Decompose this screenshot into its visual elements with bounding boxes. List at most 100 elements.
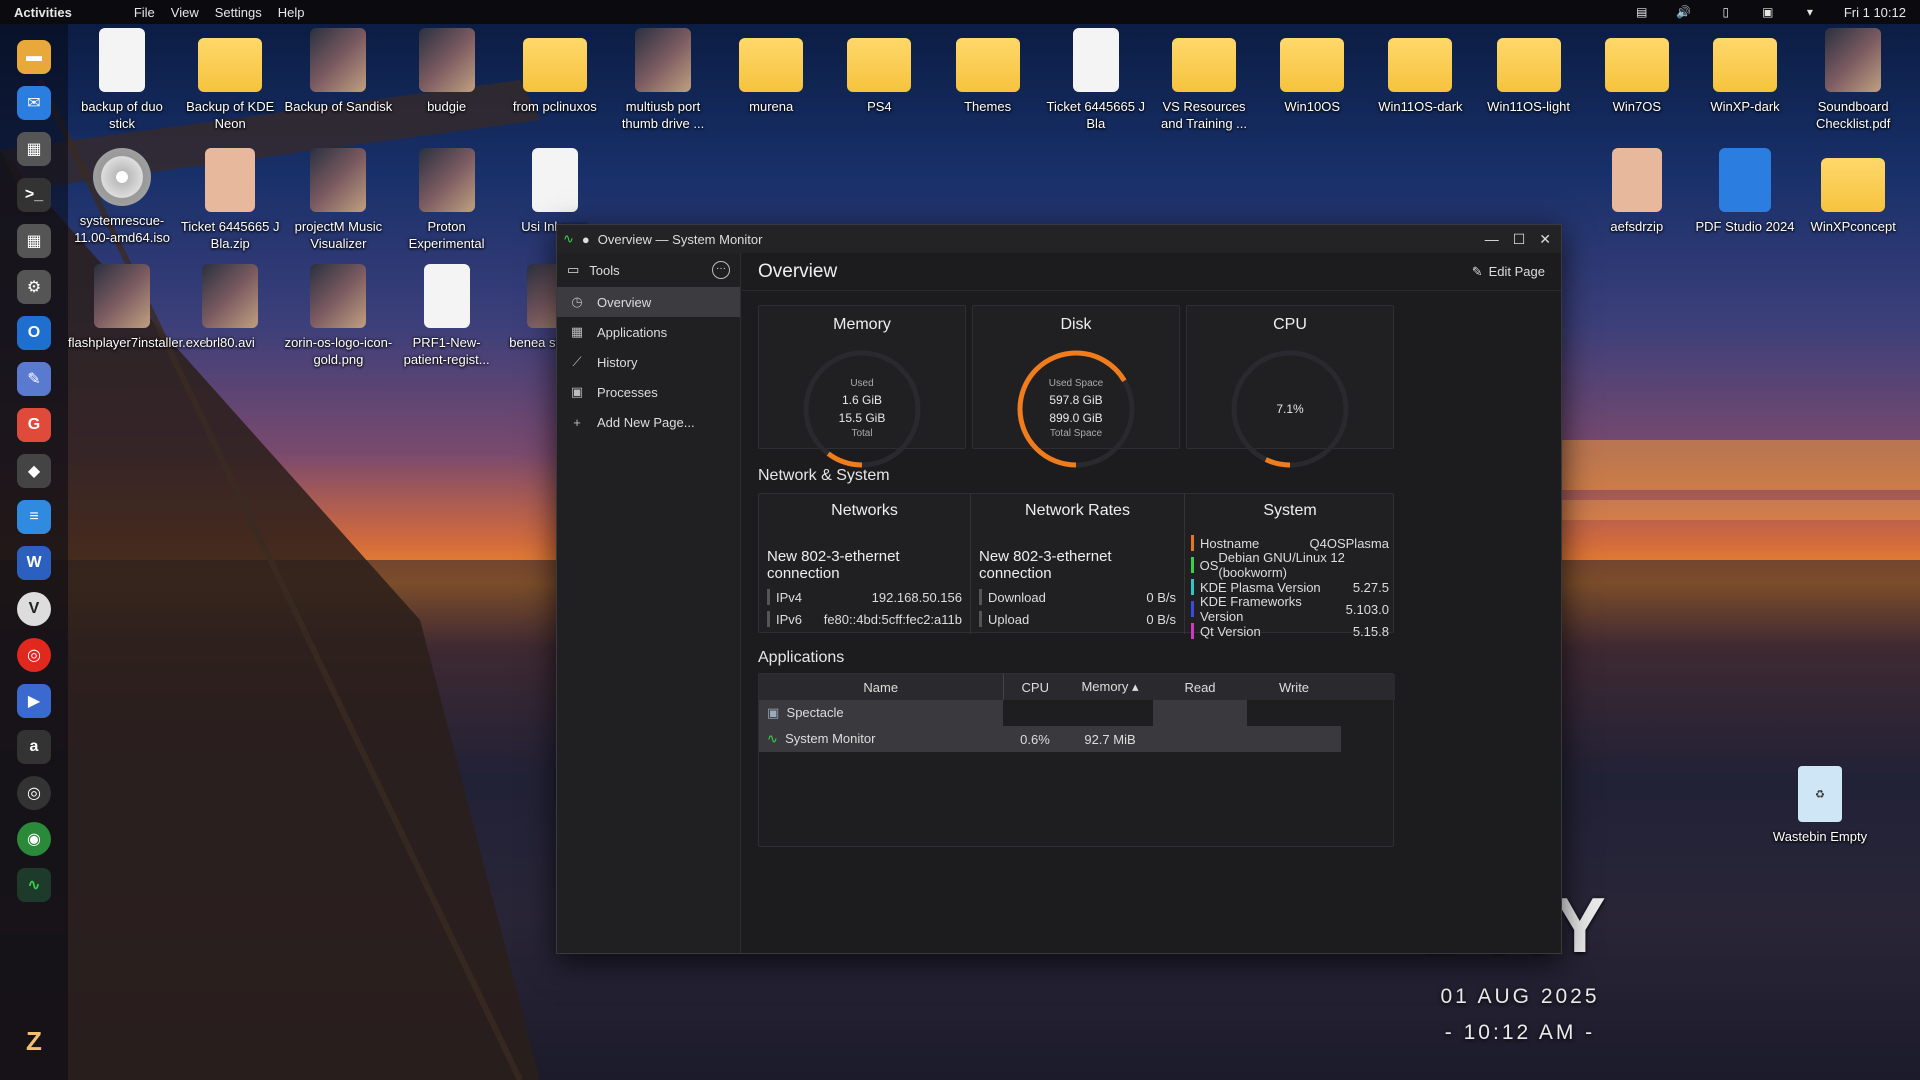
table-header: Name CPU Memory ▴ Read Write <box>759 674 1395 700</box>
desktop-icon-label: PDF Studio 2024 <box>1695 219 1795 234</box>
desktop-icon[interactable]: brl80.avi <box>176 264 284 351</box>
mail-icon[interactable]: ✉ <box>17 86 51 120</box>
settings-icon[interactable]: ⚙ <box>17 270 51 304</box>
document-icon <box>1719 148 1771 212</box>
desktop-icon[interactable]: PS4 <box>825 28 933 115</box>
ubuntu-icon[interactable]: ◎ <box>17 638 51 672</box>
col-cpu[interactable]: CPU <box>1003 674 1067 700</box>
desktop-icon[interactable]: Proton Experimental <box>393 148 501 252</box>
desktop-icon[interactable]: backup of duo stick <box>68 28 176 132</box>
docs-icon[interactable]: ≡ <box>17 500 51 534</box>
desktop-icon[interactable]: Backup of Sandisk <box>284 28 392 115</box>
menu-settings[interactable]: Settings <box>215 5 262 20</box>
desktop-icon[interactable]: Ticket 6445665 J Bla <box>1042 28 1150 132</box>
desktop-icon[interactable]: from pclinuxos <box>501 28 609 115</box>
file-icon <box>310 264 367 328</box>
table-row[interactable]: ▣ Spectacle <box>759 700 1395 726</box>
edit-page-button[interactable]: ✎ Edit Page <box>1472 264 1545 280</box>
col-write[interactable]: Write <box>1247 674 1341 700</box>
spiral-icon[interactable]: ◎ <box>17 776 51 810</box>
desktop-icon[interactable]: Usi Inkscap <box>501 148 609 235</box>
sidebar-item-processes[interactable]: ▣ Processes <box>557 377 740 407</box>
system-monitor-icon[interactable]: ∿ <box>17 868 51 902</box>
col-name[interactable]: Name <box>759 674 1004 700</box>
file-icon <box>202 264 259 328</box>
volume-icon[interactable]: 🔊 <box>1676 5 1692 19</box>
desktop-icon[interactable]: Win10OS <box>1258 28 1366 115</box>
desktop-icon[interactable]: VS Resources and Training ... <box>1150 28 1258 132</box>
activities-button[interactable]: Activities <box>0 5 86 20</box>
pin-icon[interactable]: ● <box>582 232 590 247</box>
col-memory[interactable]: Memory ▴ <box>1067 674 1153 700</box>
video-icon[interactable]: ▶ <box>17 684 51 718</box>
battery-icon[interactable]: ▯ <box>1718 5 1734 19</box>
zorin-menu-icon[interactable]: Z <box>17 1024 51 1058</box>
inkscape-icon[interactable]: ◆ <box>17 454 51 488</box>
sidebar-item-applications[interactable]: ▦ Applications <box>557 317 740 347</box>
desktop-icon-label: Win11OS-dark <box>1378 99 1463 114</box>
desktop-icon[interactable]: flashplayer7installer.exe <box>68 264 207 351</box>
wastebin[interactable]: ♻ Wastebin Empty <box>1766 766 1874 845</box>
desktop-icon[interactable]: Themes <box>934 28 1042 115</box>
desktop-icon[interactable]: Backup of KDE Neon <box>176 28 284 132</box>
maximize-icon[interactable]: ☐ <box>1513 231 1526 248</box>
a-app-icon[interactable]: a <box>17 730 51 764</box>
desktop-icon[interactable]: Ticket 6445665 J Bla.zip <box>176 148 284 252</box>
minimize-icon[interactable]: — <box>1485 231 1499 248</box>
terminal-icon[interactable]: >_ <box>17 178 51 212</box>
desktop-icon[interactable]: multiusb port thumb drive ... <box>609 28 717 132</box>
system-row-value: 5.103.0 <box>1345 601 1389 617</box>
desktop-icon-label: Win7OS <box>1612 99 1661 114</box>
desktop-icon[interactable]: Soundboard Checklist.pdf <box>1799 28 1907 132</box>
desktop-icon[interactable]: systemrescue-11.00-amd64.iso <box>68 148 176 246</box>
browser-icon[interactable]: ◉ <box>17 822 51 856</box>
office-icon[interactable]: G <box>17 408 51 442</box>
desktop-icon[interactable]: WinXPconcept <box>1799 148 1907 235</box>
terminal-icon: ▣ <box>570 384 584 399</box>
title-bar[interactable]: ∿ ● Overview — System Monitor — ☐ ✕ <box>557 225 1561 253</box>
vivaldi-icon[interactable]: V <box>17 592 51 626</box>
desktop-icon[interactable]: aefsdrzip <box>1583 148 1691 235</box>
desktop-icon[interactable]: Win11OS-light <box>1475 28 1583 115</box>
sidebar-item-overview[interactable]: ◷ Overview <box>557 287 740 317</box>
desktop-icon[interactable]: murena <box>717 28 825 115</box>
desktop-icon[interactable]: Win11OS-dark <box>1366 28 1474 115</box>
tool-icon[interactable]: ✎ <box>17 362 51 396</box>
files-icon[interactable]: ▬ <box>17 40 51 74</box>
outlook-icon[interactable]: O <box>17 316 51 350</box>
folder-icon <box>739 38 804 92</box>
apps-icon[interactable]: ▦ <box>17 224 51 258</box>
desktop-icon[interactable]: budgie <box>393 28 501 115</box>
desktop-icon[interactable]: zorin-os-logo-icon-gold.png <box>284 264 392 368</box>
top-clock[interactable]: Fri 1 10:12 <box>1844 5 1906 20</box>
network-connection-name: New 802-3-ethernet connection <box>767 548 900 582</box>
table-row[interactable]: ∿ System Monitor 0.6% 92.7 MiB <box>759 726 1395 752</box>
word-icon[interactable]: W <box>17 546 51 580</box>
col-read[interactable]: Read <box>1153 674 1247 700</box>
menu-file[interactable]: File <box>134 5 155 20</box>
desktop-icon[interactable]: PRF1-New-patient-regist... <box>393 264 501 368</box>
desktop-icon[interactable]: PDF Studio 2024 <box>1691 148 1799 235</box>
display-icon[interactable]: ▣ <box>1760 5 1776 19</box>
app-memory-cell: 92.7 MiB <box>1067 726 1153 752</box>
menu-view[interactable]: View <box>171 5 199 20</box>
desktop-icon-label: Soundboard Checklist.pdf <box>1815 99 1891 131</box>
desktop-icon[interactable]: WinXP-dark <box>1691 28 1799 115</box>
sidebar-item-add-page[interactable]: + Add New Page... <box>557 407 740 437</box>
ipv6-row: IPv6 fe80::4bd:5cff:fec2:a11b <box>767 608 962 630</box>
more-options-icon[interactable]: ··· <box>712 261 730 279</box>
software-icon[interactable]: ▦ <box>17 132 51 166</box>
close-icon[interactable]: ✕ <box>1539 231 1551 248</box>
folder-icon <box>1388 38 1453 92</box>
clipboard-icon[interactable]: ▤ <box>1634 5 1650 19</box>
desktop-icon-label: Backup of Sandisk <box>284 99 393 114</box>
clock-time: - 10:12 AM - <box>1444 1021 1596 1044</box>
chevron-down-icon[interactable]: ▾ <box>1802 5 1818 19</box>
desktop-icon-label: WinXP-dark <box>1710 99 1780 114</box>
desktop-icon[interactable]: Win7OS <box>1583 28 1691 115</box>
menu-help[interactable]: Help <box>278 5 305 20</box>
desktop-icon[interactable]: projectM Music Visualizer <box>284 148 392 252</box>
sidebar-item-history[interactable]: ⟋ History <box>557 347 740 377</box>
folder-icon <box>522 38 587 92</box>
desktop-icon-label: Win10OS <box>1284 99 1340 114</box>
